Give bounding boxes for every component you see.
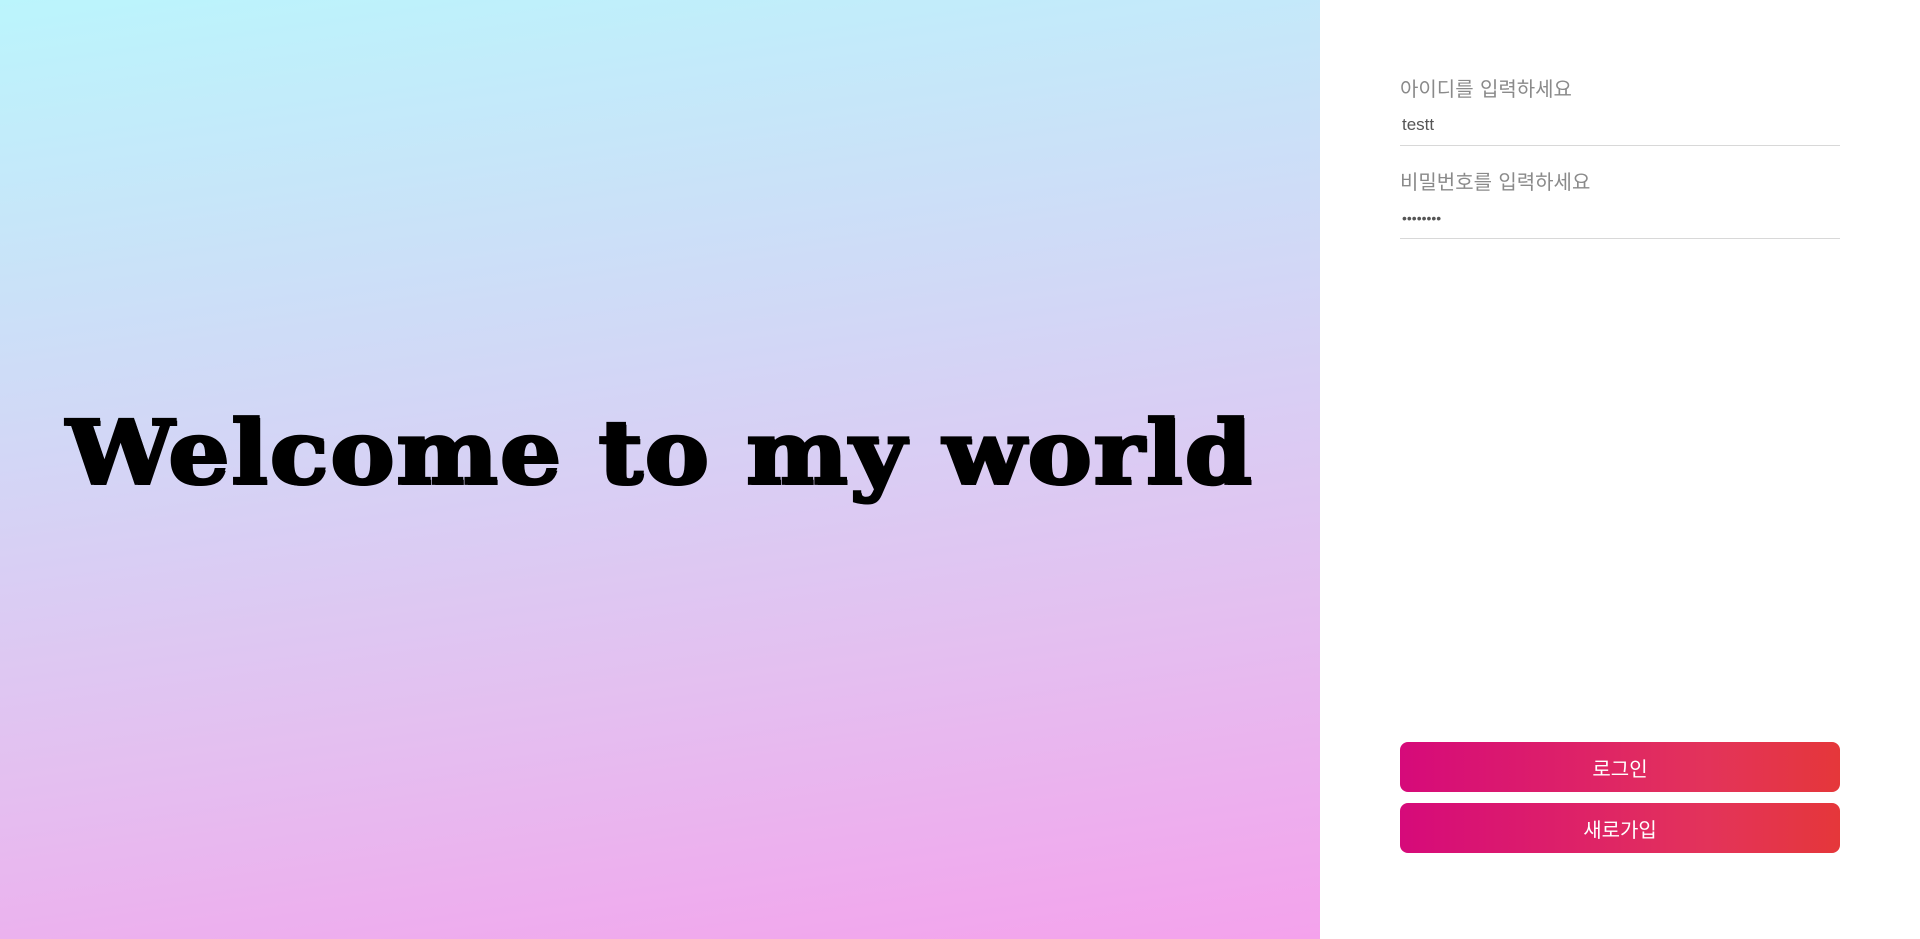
- password-label: 비밀번호를 입력하세요: [1400, 170, 1591, 194]
- password-input[interactable]: [1400, 197, 1840, 239]
- hero-title: Welcome to my world: [65, 400, 1254, 505]
- login-button[interactable]: 로그인: [1400, 742, 1840, 792]
- hero-panel: Welcome to my world: [0, 0, 1320, 939]
- login-panel: 아이디를 입력하세요 비밀번호를 입력하세요 로그인 새로가입: [1320, 0, 1920, 939]
- password-field: 비밀번호를 입력하세요: [1400, 167, 1840, 239]
- username-field: 아이디를 입력하세요: [1400, 74, 1840, 146]
- signup-button[interactable]: 새로가입: [1400, 803, 1840, 853]
- username-input[interactable]: [1400, 104, 1840, 146]
- login-page: Welcome to my world 아이디를 입력하세요 비밀번호를 입력하…: [0, 0, 1920, 939]
- username-label: 아이디를 입력하세요: [1400, 77, 1572, 101]
